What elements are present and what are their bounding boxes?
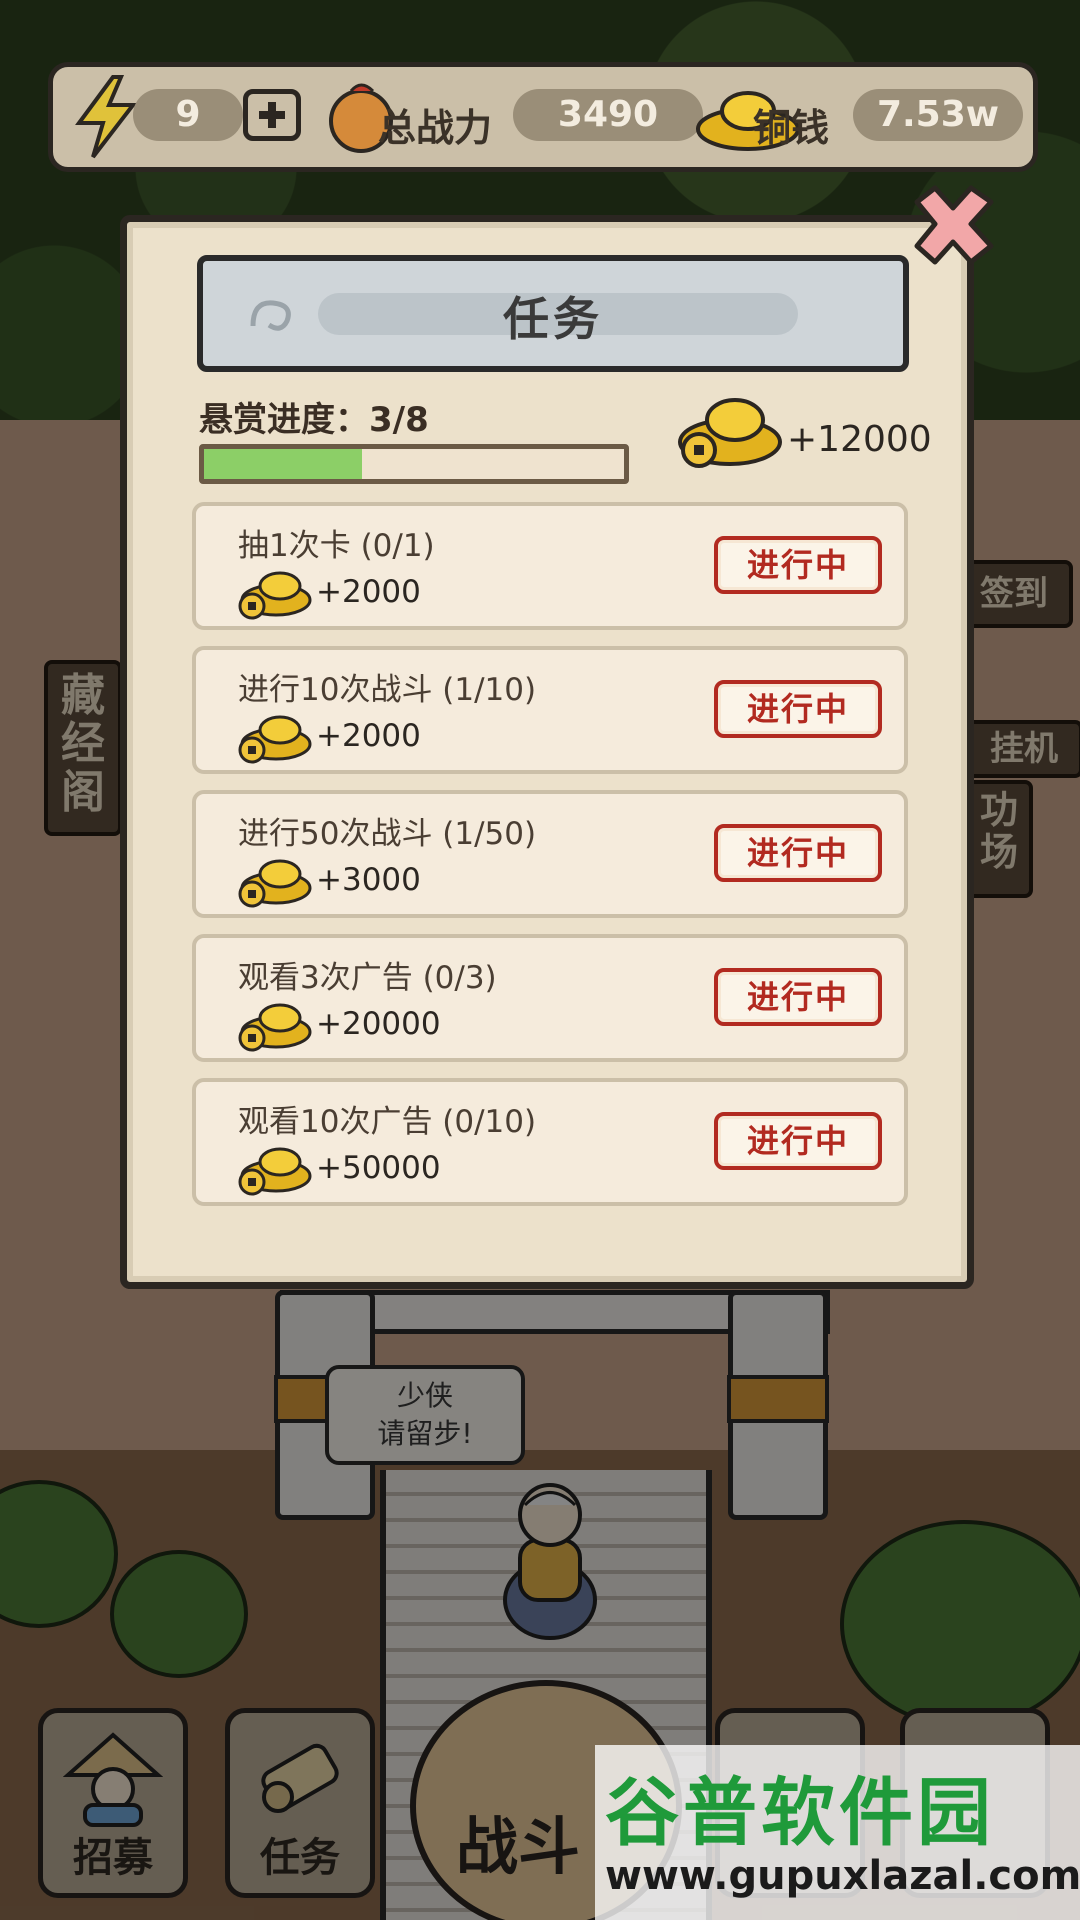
- dialog-title-plate: 任务: [197, 255, 909, 372]
- task-reward: +3000: [316, 862, 421, 898]
- task-title: 进行50次战斗 (1/50): [238, 816, 537, 852]
- task-reward: +20000: [316, 1006, 441, 1042]
- power-value: 3490: [513, 89, 703, 141]
- task-dialog: 任务 悬赏进度：3/8 +12000 抽1次卡 (0/1) +2000 进行中 进行1…: [120, 215, 974, 1289]
- gold-ingot-icon: [238, 715, 312, 764]
- energy-value: 9: [133, 89, 243, 141]
- lightning-icon: [75, 75, 138, 159]
- task-row: 观看10次广告 (0/10) +50000 进行中: [192, 1078, 908, 1206]
- gold-ingot-icon: [238, 1003, 312, 1052]
- task-reward: +2000: [316, 718, 421, 754]
- task-row: 进行10次战斗 (1/10) +2000 进行中: [192, 646, 908, 774]
- task-reward: +2000: [316, 574, 421, 610]
- task-status-button[interactable]: 进行中: [714, 968, 882, 1026]
- task-title: 观看10次广告 (0/10): [238, 1104, 537, 1140]
- task-row: 观看3次广告 (0/3) +20000 进行中: [192, 934, 908, 1062]
- coin-value: 7.53w: [853, 89, 1023, 141]
- watermark-url: www.gupuxlazal.com: [605, 1853, 1080, 1899]
- bounty-progress-bar: [199, 444, 629, 484]
- site-watermark: 谷普软件园 www.gupuxlazal.com: [595, 1745, 1080, 1920]
- close-dialog-button[interactable]: [905, 180, 1001, 270]
- task-title: 观看3次广告 (0/3): [238, 960, 497, 996]
- bounty-progress-label: 悬赏进度：3/8: [199, 400, 429, 440]
- gold-ingot-icon: [238, 859, 312, 908]
- power-label: 总战力: [378, 106, 493, 150]
- watermark-title: 谷普软件园: [605, 1770, 995, 1856]
- task-title: 进行10次战斗 (1/10): [238, 672, 537, 708]
- bounty-progress-fill: [204, 449, 362, 479]
- gold-ingot-icon: [238, 1147, 312, 1196]
- resource-bar: 9 总战力 3490 铜钱 7.53w: [48, 62, 1038, 172]
- task-status-button[interactable]: 进行中: [714, 824, 882, 882]
- task-row: 抽1次卡 (0/1) +2000 进行中: [192, 502, 908, 630]
- task-status-button[interactable]: 进行中: [714, 680, 882, 738]
- task-row: 进行50次战斗 (1/50) +3000 进行中: [192, 790, 908, 918]
- gold-ingot-reward-icon: [678, 398, 782, 468]
- task-status-button[interactable]: 进行中: [714, 536, 882, 594]
- gold-ingot-icon: [238, 571, 312, 620]
- dialog-title: 任务: [503, 292, 603, 346]
- task-reward: +50000: [316, 1150, 441, 1186]
- task-status-button[interactable]: 进行中: [714, 1112, 882, 1170]
- coin-label: 铜钱: [753, 106, 830, 150]
- task-title: 抽1次卡 (0/1): [238, 528, 435, 564]
- add-energy-button[interactable]: [243, 89, 301, 141]
- bounty-reward-total: +12000: [787, 419, 932, 460]
- close-icon: [914, 185, 994, 265]
